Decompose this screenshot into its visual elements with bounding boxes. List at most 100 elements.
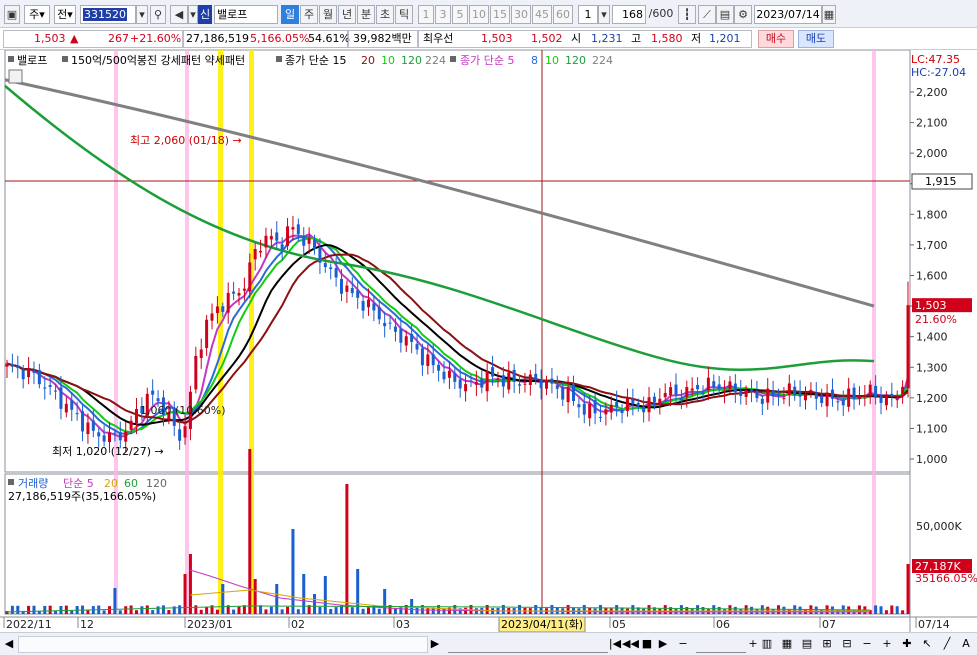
candle-type-icon[interactable]: ┇ bbox=[678, 5, 696, 24]
draw-tool-icon[interactable]: ⟋ bbox=[698, 5, 716, 24]
count-input[interactable]: 168 bbox=[612, 5, 646, 24]
period-tab-6[interactable]: 틱 bbox=[395, 5, 413, 24]
sell-button[interactable]: 매도 bbox=[798, 30, 834, 48]
interval-button-45[interactable]: 45 bbox=[532, 5, 552, 24]
volume-bar-101 bbox=[550, 605, 554, 614]
grid-toggle-icon bbox=[8, 69, 23, 84]
stop-icon[interactable]: ■ bbox=[640, 636, 654, 653]
volume-bar-66 bbox=[361, 608, 365, 614]
market-select[interactable]: 주▾ bbox=[24, 5, 50, 24]
speaker-dropdown-icon[interactable]: ▾ bbox=[188, 5, 198, 24]
candle-body-102 bbox=[555, 385, 559, 389]
layout-icon[interactable]: ▦ bbox=[780, 636, 794, 653]
zoom-reset-icon[interactable]: ▥ bbox=[760, 636, 774, 653]
prev-page-icon[interactable]: ◀◀ bbox=[622, 636, 639, 653]
next-page-icon[interactable]: ▶ bbox=[656, 636, 670, 653]
candle-body-144 bbox=[782, 398, 786, 400]
candle-body-47 bbox=[259, 250, 263, 253]
zoom-slider[interactable] bbox=[696, 636, 746, 653]
stock-name-field[interactable]: 밸로프 bbox=[214, 5, 278, 24]
table-icon[interactable]: ⊟ bbox=[840, 636, 854, 653]
text-tool-icon[interactable]: A bbox=[958, 636, 974, 653]
scroll-right-icon[interactable]: ▶ bbox=[428, 636, 442, 653]
candle-body-159 bbox=[863, 395, 867, 397]
speaker-icon[interactable]: ◀ bbox=[170, 5, 188, 24]
scrollbar-track[interactable] bbox=[18, 636, 428, 653]
interval-button-60[interactable]: 60 bbox=[553, 5, 573, 24]
crosshair-icon[interactable]: ✚ bbox=[900, 636, 914, 653]
volume-legend-bullet bbox=[8, 479, 14, 485]
first-page-icon[interactable]: |◀ bbox=[608, 636, 622, 653]
buy-button[interactable]: 매수 bbox=[758, 30, 794, 48]
count-select[interactable]: 1 bbox=[578, 5, 598, 24]
candle-body-148 bbox=[803, 394, 807, 401]
interval-button-15[interactable]: 15 bbox=[490, 5, 510, 24]
candle-body-135 bbox=[733, 383, 737, 393]
price-tick-label-5: 1,700 bbox=[916, 239, 948, 252]
candle-body-103 bbox=[561, 386, 565, 400]
interval-button-1[interactable]: 1 bbox=[418, 5, 434, 24]
scroll-left-icon[interactable]: ◀ bbox=[2, 636, 16, 653]
candle-body-18 bbox=[102, 435, 106, 442]
period-tab-1[interactable]: 주 bbox=[300, 5, 318, 24]
volume-pct: 5,166.05% bbox=[250, 32, 310, 45]
period-tab-3[interactable]: 년 bbox=[338, 5, 356, 24]
candle-body-22 bbox=[124, 431, 128, 442]
interval-button-5[interactable]: 5 bbox=[452, 5, 468, 24]
candle-body-150 bbox=[814, 393, 818, 399]
plus-icon[interactable]: + bbox=[880, 636, 894, 653]
date-field[interactable]: 2023/07/14 bbox=[754, 5, 822, 24]
draw-line-icon[interactable]: ╱ bbox=[940, 636, 954, 653]
volume-bar-92 bbox=[501, 605, 505, 614]
candle-body-43 bbox=[237, 293, 241, 296]
volume-bar-52 bbox=[286, 606, 290, 614]
interval-button-30[interactable]: 30 bbox=[511, 5, 531, 24]
highlight-band-4 bbox=[872, 50, 876, 614]
minus-icon[interactable]: − bbox=[860, 636, 874, 653]
candle-body-111 bbox=[604, 409, 608, 415]
candle-body-154 bbox=[836, 401, 840, 403]
candle-body-115 bbox=[625, 397, 629, 411]
save-icon[interactable]: ▤ bbox=[716, 5, 734, 24]
new-badge-icon[interactable]: 신 bbox=[198, 5, 212, 24]
calendar-icon[interactable]: ▦ bbox=[822, 5, 836, 24]
count-dropdown-icon[interactable]: ▾ bbox=[598, 5, 610, 24]
candle-body-141 bbox=[766, 388, 770, 403]
candle-body-110 bbox=[598, 416, 602, 418]
interval-button-3[interactable]: 3 bbox=[435, 5, 451, 24]
split-icon[interactable]: ▤ bbox=[800, 636, 814, 653]
zoom-in-icon[interactable]: + bbox=[746, 636, 760, 653]
candle-body-8 bbox=[48, 385, 52, 387]
candle-body-2 bbox=[16, 365, 20, 369]
candle-body-123 bbox=[669, 387, 673, 396]
cursor-icon[interactable]: ↖ bbox=[920, 636, 934, 653]
zoom-out-icon[interactable]: − bbox=[676, 636, 690, 653]
period-type-select[interactable]: 전▾ bbox=[54, 5, 76, 24]
window-menu-icon[interactable]: ▣ bbox=[4, 5, 20, 24]
candle-body-137 bbox=[744, 389, 748, 397]
interval-button-10[interactable]: 10 bbox=[469, 5, 489, 24]
search-icon[interactable]: ⚲ bbox=[150, 5, 166, 24]
candle-body-116 bbox=[631, 399, 635, 405]
period-tab-4[interactable]: 분 bbox=[357, 5, 375, 24]
candle-body-64 bbox=[350, 288, 354, 294]
price-tick-label-4: 1,800 bbox=[916, 208, 948, 221]
stock-code-dropdown-icon[interactable]: ▾ bbox=[136, 5, 148, 24]
candle-body-95 bbox=[518, 384, 522, 386]
period-tab-0[interactable]: 일 bbox=[281, 5, 299, 24]
volume-bar-81 bbox=[442, 608, 446, 614]
candle-body-23 bbox=[129, 420, 133, 430]
volume-bar-49 bbox=[269, 606, 273, 614]
candle-body-66 bbox=[361, 300, 365, 311]
candle-body-108 bbox=[588, 403, 592, 419]
stock-chart[interactable]: 2,2002,1002,0001,9001,8001,7001,6001,500… bbox=[0, 50, 977, 632]
period-tab-5[interactable]: 초 bbox=[376, 5, 394, 24]
candle-body-76 bbox=[415, 343, 419, 350]
candle-body-63 bbox=[345, 285, 349, 292]
period-tab-2[interactable]: 월 bbox=[319, 5, 337, 24]
range-slider-track[interactable] bbox=[448, 636, 608, 653]
compare-icon[interactable]: ⊞ bbox=[820, 636, 834, 653]
stock-code-input[interactable]: 331520 bbox=[80, 5, 136, 24]
settings-gear-icon[interactable]: ⚙ bbox=[734, 5, 752, 24]
crosshair-date-label: 2023/04/11(화) bbox=[501, 618, 583, 631]
